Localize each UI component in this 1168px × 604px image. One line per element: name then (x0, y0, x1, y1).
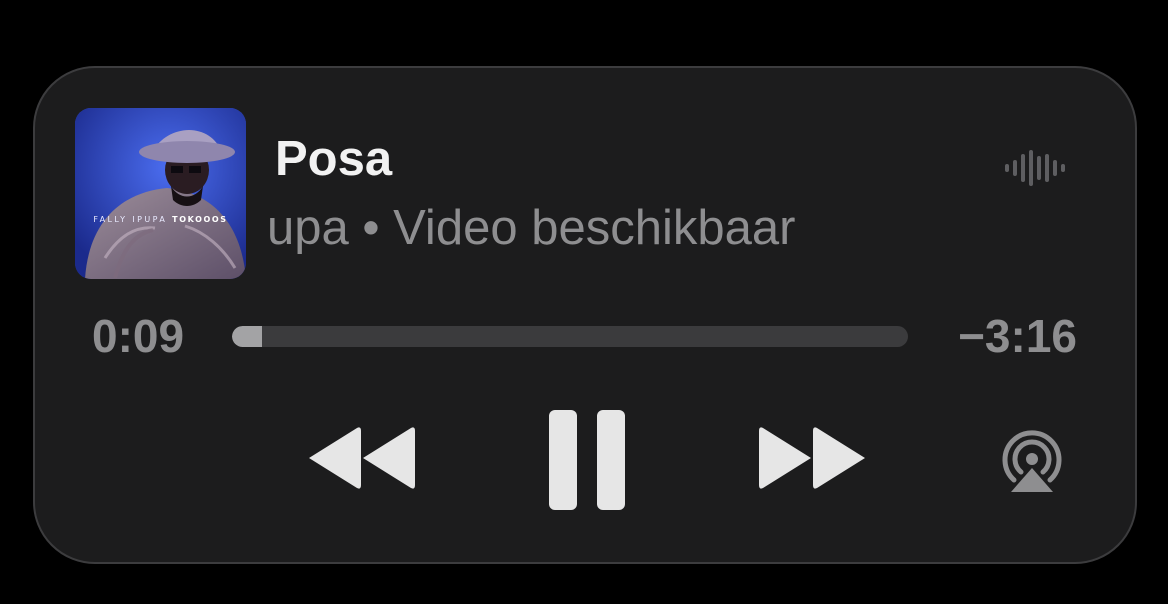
elapsed-time: 0:09 (92, 310, 185, 362)
album-artwork-caption: FALLY IPUPA TOKOOOS (75, 215, 246, 224)
pause-icon[interactable] (547, 408, 627, 512)
waveform-icon (1005, 150, 1065, 186)
track-subtitle: upa • Video beschikbaar (267, 201, 796, 255)
progress-fill (232, 326, 263, 347)
artwork-album-text: TOKOOOS (172, 215, 228, 224)
album-artwork-image (75, 108, 246, 279)
progress-bar[interactable] (232, 326, 908, 347)
track-title[interactable]: Posa (275, 132, 392, 186)
album-artwork[interactable]: FALLY IPUPA TOKOOOS (75, 108, 246, 279)
airplay-icon[interactable] (997, 426, 1067, 494)
fast-forward-icon[interactable] (757, 424, 867, 492)
track-subtitle-marquee[interactable]: upa • Video beschikbaar (267, 198, 907, 258)
artwork-artist-text: FALLY IPUPA (93, 215, 168, 224)
rewind-icon[interactable] (307, 424, 417, 492)
now-playing-widget: FALLY IPUPA TOKOOOS Posa upa • Video bes… (33, 66, 1137, 564)
remaining-time: −3:16 (958, 310, 1077, 362)
